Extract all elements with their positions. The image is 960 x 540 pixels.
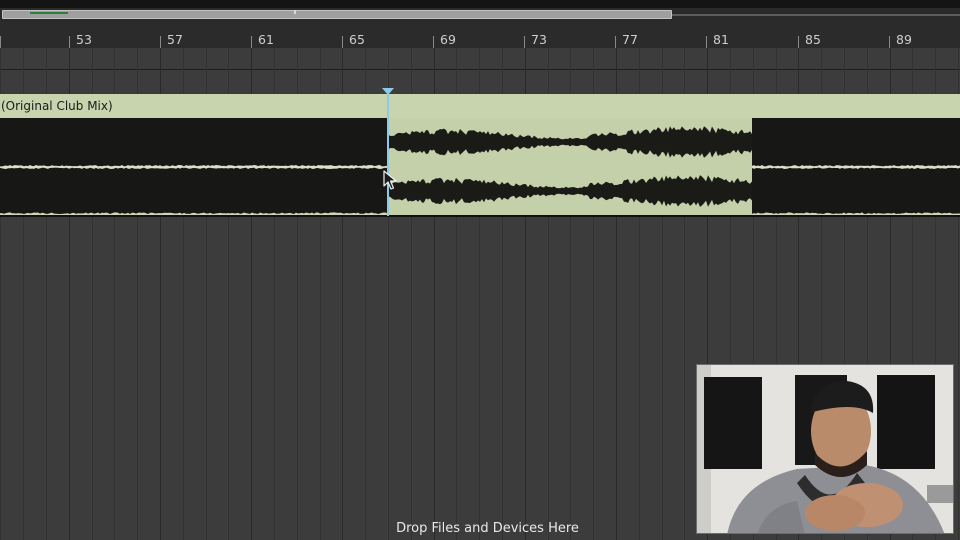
ruler-tick: [342, 36, 343, 48]
ruler-label: 73: [531, 32, 547, 47]
ruler-tick: [706, 36, 707, 48]
ruler-label: 65: [349, 32, 365, 47]
ruler-label: 61: [258, 32, 274, 47]
overview-loop-marker: [30, 12, 68, 14]
ruler-label: 53: [76, 32, 92, 47]
webcam-overlay: [696, 364, 954, 534]
mouse-cursor-icon: [383, 170, 397, 190]
clip-bottom-edge: [0, 215, 960, 217]
ruler-tick: [69, 36, 70, 48]
ruler-tick: [0, 36, 1, 48]
ruler-label: 77: [622, 32, 638, 47]
ruler-label: 81: [713, 32, 729, 47]
audio-clip-header[interactable]: (Original Club Mix): [0, 94, 960, 118]
arrangement-overview[interactable]: [0, 8, 960, 22]
ruler-label: 57: [167, 32, 183, 47]
ruler-tick: [889, 36, 890, 48]
presenter-video-image: [697, 365, 953, 533]
waveform-shape: [388, 126, 752, 158]
waveform-graphic: [0, 126, 960, 216]
playhead-line: [387, 92, 389, 216]
waveform-shape: [388, 175, 752, 207]
ruler-label: 85: [805, 32, 821, 47]
ruler-tick: [798, 36, 799, 48]
ruler-label: 69: [440, 32, 456, 47]
playhead-marker-icon[interactable]: [382, 88, 394, 95]
top-strip: [0, 0, 960, 8]
waveform-shape: [752, 165, 960, 169]
overview-playhead-tick: [294, 10, 296, 14]
ruler-label: 89: [896, 32, 912, 47]
ruler-tick: [251, 36, 252, 48]
clip-title: (Original Club Mix): [1, 99, 113, 113]
ruler-tick: [433, 36, 434, 48]
ruler-tick: [160, 36, 161, 48]
overview-track: [672, 14, 960, 16]
waveform-shape: [0, 165, 388, 169]
overview-visible-range[interactable]: [2, 10, 672, 19]
ruler-tick: [615, 36, 616, 48]
beat-time-ruler[interactable]: 53 57 61 65 69 73 77 81 85 89: [0, 22, 960, 70]
ruler-tick: [524, 36, 525, 48]
